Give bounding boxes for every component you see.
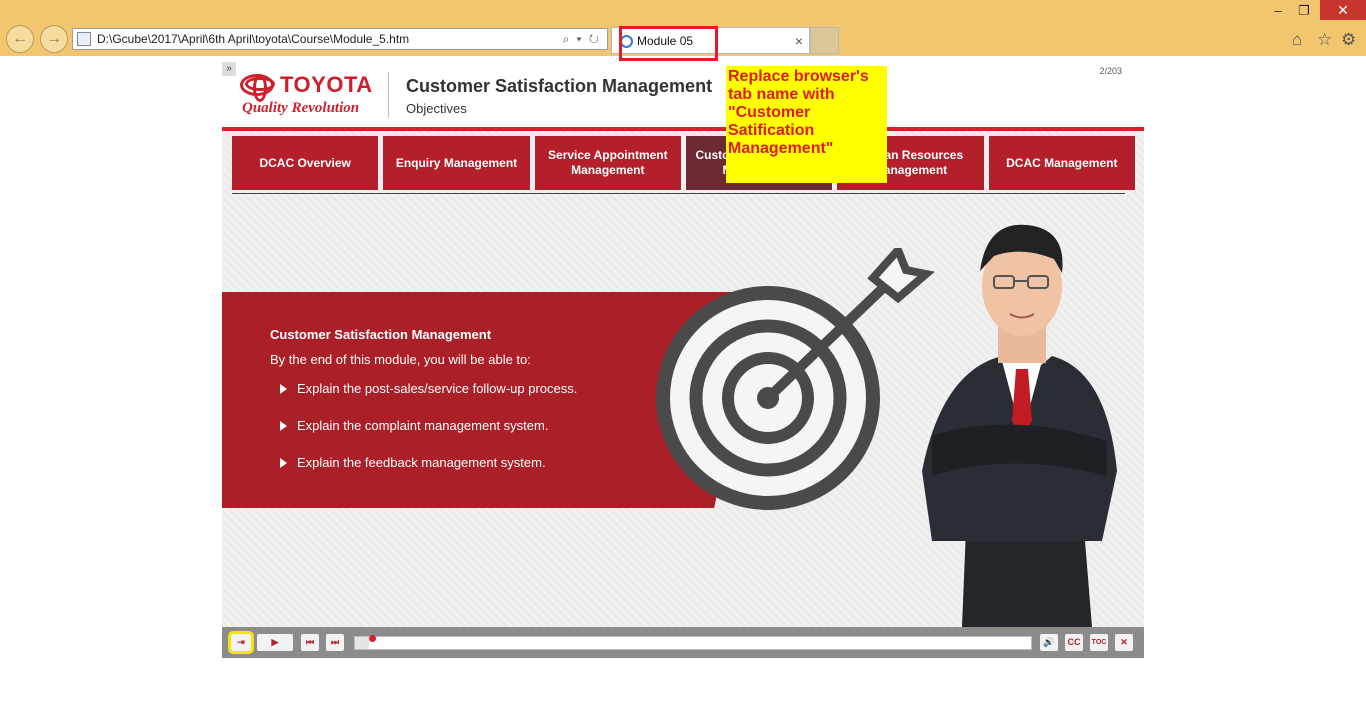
bullet-arrow-icon: [280, 421, 287, 431]
settings-gear-icon[interactable]: ⚙: [1341, 30, 1356, 50]
next-icon[interactable]: ⏭: [326, 634, 344, 651]
expand-menu-icon[interactable]: »: [222, 62, 236, 76]
page-counter: 2/203: [1099, 66, 1122, 76]
browser-chrome: ← → D:\Gcube\2017\April\6th April\toyota…: [0, 0, 1366, 61]
play-button[interactable]: ▶: [257, 634, 293, 651]
course-player: » TOYOTA Quality Revolution Customer Sat…: [222, 62, 1144, 658]
address-tools-icons[interactable]: ⌕ ▾ ↻: [562, 29, 601, 49]
section-title: Customer Satisfaction Management: [270, 327, 492, 342]
progress-fill: [355, 637, 369, 649]
window-close-icon[interactable]: ✕: [1320, 0, 1366, 20]
back-button[interactable]: ←: [6, 25, 34, 53]
tab-service-appointment[interactable]: Service Appointment Management: [534, 136, 681, 190]
objective-item: Explain the feedback management system.: [280, 455, 577, 492]
favorites-icon[interactable]: ☆: [1317, 30, 1332, 50]
close-course-icon[interactable]: ✕: [1115, 634, 1133, 651]
brand-name: TOYOTA: [280, 72, 373, 97]
forward-button[interactable]: →: [40, 25, 68, 53]
new-tab-button[interactable]: [810, 27, 839, 54]
tab-dcac-management[interactable]: DCAC Management: [988, 136, 1135, 190]
objective-item: Explain the complaint management system.: [280, 418, 577, 455]
review-annotation-note: Replace browser's tab name with "Custome…: [726, 66, 887, 183]
tab-enquiry-management[interactable]: Enquiry Management: [383, 136, 530, 190]
address-bar[interactable]: D:\Gcube\2017\April\6th April\toyota\Cou…: [72, 28, 608, 50]
captions-button[interactable]: CC: [1065, 634, 1083, 651]
toc-button[interactable]: TOC: [1090, 634, 1108, 651]
tab-highlight-box: [619, 26, 718, 61]
bullet-arrow-icon: [280, 384, 287, 394]
course-title: Customer Satisfaction Management: [406, 76, 713, 96]
address-text: D:\Gcube\2017\April\6th April\toyota\Cou…: [97, 32, 410, 46]
slide-area: DCAC Overview Enquiry Management Service…: [222, 131, 1144, 627]
objectives-list: Explain the post-sales/service follow-up…: [280, 381, 577, 492]
objective-item: Explain the post-sales/service follow-up…: [280, 381, 577, 418]
restore-icon[interactable]: ❐: [1294, 2, 1314, 20]
toyota-emblem-icon: [240, 74, 275, 102]
progress-handle[interactable]: [368, 635, 376, 642]
tab-close-icon[interactable]: ×: [795, 28, 803, 54]
brand-tagline: Quality Revolution: [242, 100, 360, 116]
audio-icon[interactable]: 🔊: [1040, 634, 1058, 651]
module-tabs: DCAC Overview Enquiry Management Service…: [232, 136, 1135, 190]
progress-bar[interactable]: [354, 636, 1032, 650]
page-icon: [77, 32, 91, 46]
presenter-character: [922, 224, 1117, 627]
course-subtitle: Objectives: [406, 101, 467, 116]
exit-icon[interactable]: ⇥: [228, 631, 254, 654]
tab-dcac-overview[interactable]: DCAC Overview: [232, 136, 379, 190]
minimize-icon[interactable]: –: [1268, 2, 1288, 20]
previous-icon[interactable]: ⏮: [301, 634, 319, 651]
bullet-arrow-icon: [280, 458, 287, 468]
home-icon[interactable]: ⌂: [1292, 30, 1302, 50]
objectives-intro: By the end of this module, you will be a…: [270, 352, 531, 367]
player-controls: ⇥ ▶ ⏮ ⏭ 🔊 CC TOC ✕: [222, 627, 1144, 658]
tabs-underline: [232, 193, 1125, 194]
header-divider: [388, 72, 389, 118]
